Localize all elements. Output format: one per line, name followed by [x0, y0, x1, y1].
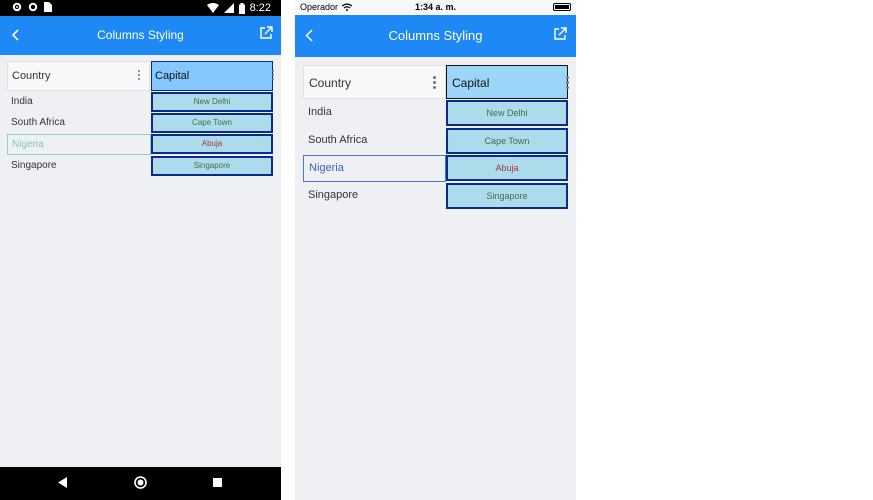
column-header-label: Capital — [155, 70, 190, 82]
external-link-icon[interactable] — [553, 27, 567, 41]
country-cell[interactable]: India — [303, 106, 446, 118]
settings-icon — [12, 2, 22, 12]
capital-cell[interactable]: New Delhi — [151, 92, 273, 112]
capital-cell[interactable]: Singapore — [446, 183, 568, 209]
wifi-icon — [206, 3, 219, 13]
external-link-icon[interactable] — [259, 26, 273, 40]
column-menu-icon[interactable] — [433, 76, 436, 91]
battery-icon — [553, 3, 571, 11]
android-clock: 8:22 — [249, 2, 271, 14]
capital-cell[interactable]: Abuja — [446, 155, 568, 181]
column-menu-icon[interactable] — [272, 70, 275, 82]
capital-cell[interactable]: New Delhi — [446, 100, 568, 126]
nav-back-icon[interactable] — [58, 477, 68, 488]
signal-icon — [223, 3, 234, 13]
country-cell[interactable]: South Africa — [7, 117, 151, 128]
capital-cell[interactable]: Abuja — [151, 134, 273, 154]
ios-clock: 1:34 a. m. — [414, 2, 457, 12]
column-header-label: Capital — [452, 76, 490, 90]
column-header-country[interactable]: Country — [7, 61, 150, 91]
country-cell[interactable]: South Africa — [303, 134, 446, 146]
column-header-capital[interactable]: Capital — [151, 61, 273, 91]
sim-icon — [44, 2, 52, 12]
country-cell[interactable]: Singapore — [7, 160, 151, 171]
android-navigation-bar — [0, 467, 281, 500]
column-header-country[interactable]: Country — [303, 65, 446, 99]
ios-status-bar: Operador 1:34 a. m. — [295, 0, 576, 15]
android-toolbar: Columns Styling — [0, 16, 281, 55]
circle-icon — [28, 2, 38, 12]
android-device: 8:22 Columns Styling Country Capital Ind… — [0, 0, 281, 500]
country-cell[interactable]: India — [7, 96, 151, 107]
column-header-capital[interactable]: Capital — [446, 65, 568, 99]
battery-icon — [238, 2, 245, 14]
ios-toolbar: Columns Styling — [295, 15, 576, 57]
country-cell-selected[interactable]: Nigeria — [7, 134, 151, 155]
android-status-bar: 8:22 — [0, 0, 281, 16]
capital-cell[interactable]: Singapore — [151, 156, 273, 176]
page-title: Columns Styling — [97, 28, 184, 42]
ios-device: Operador 1:34 a. m. Columns Styling Coun… — [295, 0, 576, 500]
country-cell[interactable]: Singapore — [303, 189, 446, 201]
capital-cell[interactable]: Cape Town — [151, 113, 273, 133]
column-header-label: Country — [12, 70, 51, 82]
nav-recents-icon[interactable] — [213, 478, 222, 487]
column-menu-icon[interactable] — [138, 70, 141, 82]
country-cell-selected[interactable]: Nigeria — [303, 155, 446, 182]
nav-home-icon[interactable] — [134, 476, 147, 489]
page-title: Columns Styling — [388, 28, 483, 43]
capital-cell[interactable]: Cape Town — [446, 128, 568, 154]
column-menu-icon[interactable] — [566, 76, 569, 91]
column-header-label: Country — [309, 76, 352, 90]
